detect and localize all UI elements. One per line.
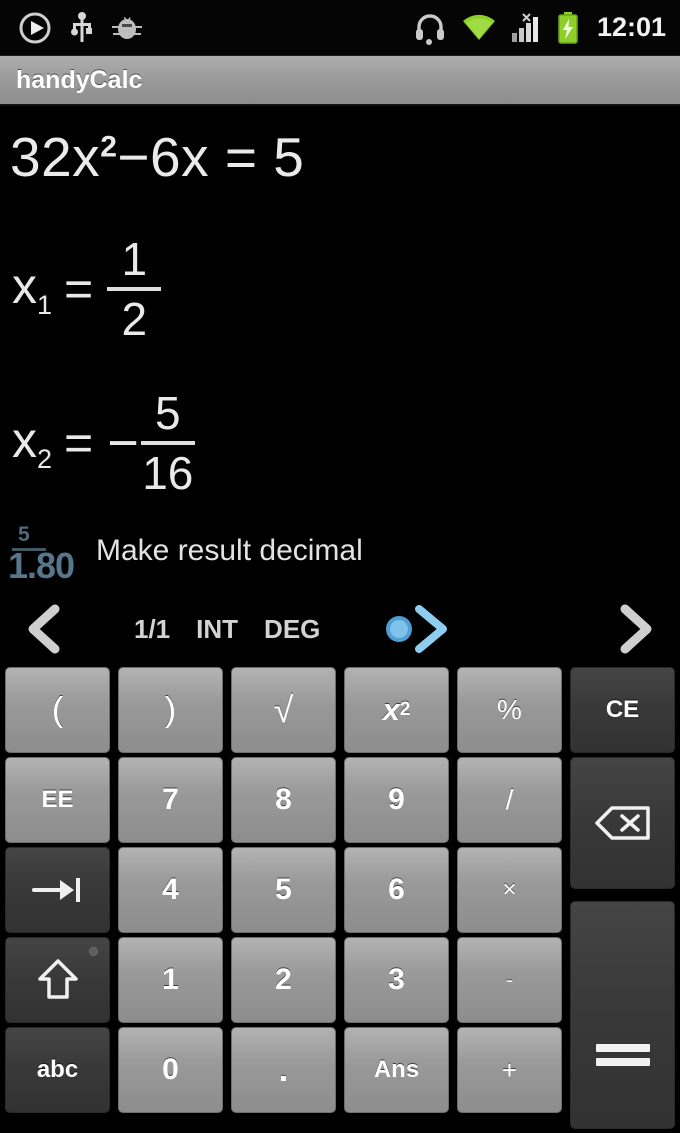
key-clear-entry[interactable]: CE: [570, 667, 675, 753]
backspace-icon: [594, 806, 650, 840]
solution-2-denominator: 16: [142, 447, 194, 499]
key-abc[interactable]: abc: [5, 1027, 110, 1113]
key-digit-6[interactable]: 6: [344, 847, 449, 933]
solution-1-denominator: 2: [121, 293, 148, 345]
equation-base: 32x: [10, 126, 101, 188]
key-open-paren[interactable]: (: [5, 667, 110, 753]
key-tab[interactable]: [5, 847, 110, 933]
key-digit-4[interactable]: 4: [118, 847, 223, 933]
calculator-mode-status: 1/1 INT DEG: [90, 614, 320, 645]
history-nav-bar: 1/1 INT DEG: [0, 595, 680, 663]
key-decimal-point[interactable]: .: [231, 1027, 336, 1113]
key-divide[interactable]: /: [457, 757, 562, 843]
phone-screen: 12:01 handyCalc 32x2−6x = 5 x1 = 1 2 x2 …: [0, 0, 680, 1133]
key-answer[interactable]: Ans: [344, 1027, 449, 1113]
battery-charging-icon: [558, 11, 578, 44]
key-square-root[interactable]: √: [231, 667, 336, 753]
equation-exponent: 2: [100, 130, 118, 164]
solution-2-equals: =: [64, 415, 94, 471]
next-expression-button[interactable]: [590, 601, 680, 657]
usb-icon: [71, 11, 92, 42]
key-digit-7[interactable]: 7: [118, 757, 223, 843]
key-x-squared[interactable]: x2: [344, 667, 449, 753]
key-equals[interactable]: [570, 901, 675, 1129]
hint-icon-numerator: 5: [18, 523, 30, 546]
key-shift[interactable]: [5, 937, 110, 1023]
title-bar: handyCalc: [0, 56, 680, 106]
debug-bug-icon: [112, 16, 142, 39]
equals-icon: [595, 1044, 650, 1066]
calculator-display[interactable]: 32x2−6x = 5 x1 = 1 2 x2 = − 5 16 5 1.80 …: [0, 108, 680, 595]
key-backspace[interactable]: [570, 757, 675, 889]
solution-row-1: x1 = 1 2: [12, 233, 162, 345]
headset-icon: [415, 13, 444, 45]
key-plus[interactable]: +: [457, 1027, 562, 1113]
previous-expression-button[interactable]: [0, 601, 90, 657]
step-forward-icon: [386, 605, 448, 653]
chevron-right-icon: [620, 604, 652, 654]
solution-1-fraction: 1 2: [107, 233, 162, 345]
key-digit-0[interactable]: 0: [118, 1027, 223, 1113]
key-digit-2[interactable]: 2: [231, 937, 336, 1023]
angle-mode: DEG: [264, 613, 321, 644]
status-bar: 12:01: [0, 0, 680, 56]
page-indicator: 1/1: [134, 613, 171, 644]
tab-icon: [31, 878, 80, 902]
key-close-paren[interactable]: ): [118, 667, 223, 753]
status-bar-clock: 12:01: [596, 12, 666, 42]
solution-row-2: x2 = − 5 16: [12, 390, 195, 496]
media-play-icon: [19, 12, 51, 43]
app-title: handyCalc: [16, 65, 143, 94]
key-digit-9[interactable]: 9: [344, 757, 449, 843]
shift-icon: [37, 959, 78, 999]
solution-2-fraction: 5 16: [140, 387, 195, 499]
signal-bars-icon: [511, 12, 538, 42]
key-digit-3[interactable]: 3: [344, 937, 449, 1023]
fraction-to-decimal-icon: 5 1.80: [8, 523, 78, 586]
number-mode: INT: [196, 613, 239, 644]
status-bar-left-icons: [0, 11, 142, 45]
key-multiply[interactable]: ×: [457, 847, 562, 933]
keypad: ( ) √ x2 % CE EE 7 8 9 / 4 5 6 × 1 2 3 -…: [0, 663, 680, 1133]
equation-rest: −6x = 5: [117, 126, 305, 188]
key-digit-8[interactable]: 8: [231, 757, 336, 843]
solution-2-numerator: 5: [154, 387, 181, 439]
key-ee-exponent[interactable]: EE: [5, 757, 110, 843]
shift-lock-indicator: [89, 947, 98, 956]
input-equation: 32x2−6x = 5: [10, 125, 304, 189]
hint-icon-decimal: 1.80: [8, 545, 75, 586]
status-bar-right-icons: 12:01: [413, 11, 680, 45]
solution-2-variable: x2: [12, 412, 53, 474]
key-minus[interactable]: -: [457, 937, 562, 1023]
make-decimal-label: Make result decimal: [96, 534, 363, 567]
wifi-icon: [462, 14, 495, 40]
make-decimal-hint[interactable]: 5 1.80 Make result decimal: [8, 523, 363, 586]
key-digit-5[interactable]: 5: [231, 847, 336, 933]
key-digit-1[interactable]: 1: [118, 937, 223, 1023]
step-forward-button[interactable]: [381, 603, 463, 655]
chevron-left-icon: [28, 604, 60, 654]
solution-1-numerator: 1: [121, 233, 148, 285]
solution-1-variable: x1: [12, 258, 53, 320]
solution-2-sign: −: [107, 413, 139, 473]
key-percent[interactable]: %: [457, 667, 562, 753]
solution-1-equals: =: [64, 261, 94, 317]
